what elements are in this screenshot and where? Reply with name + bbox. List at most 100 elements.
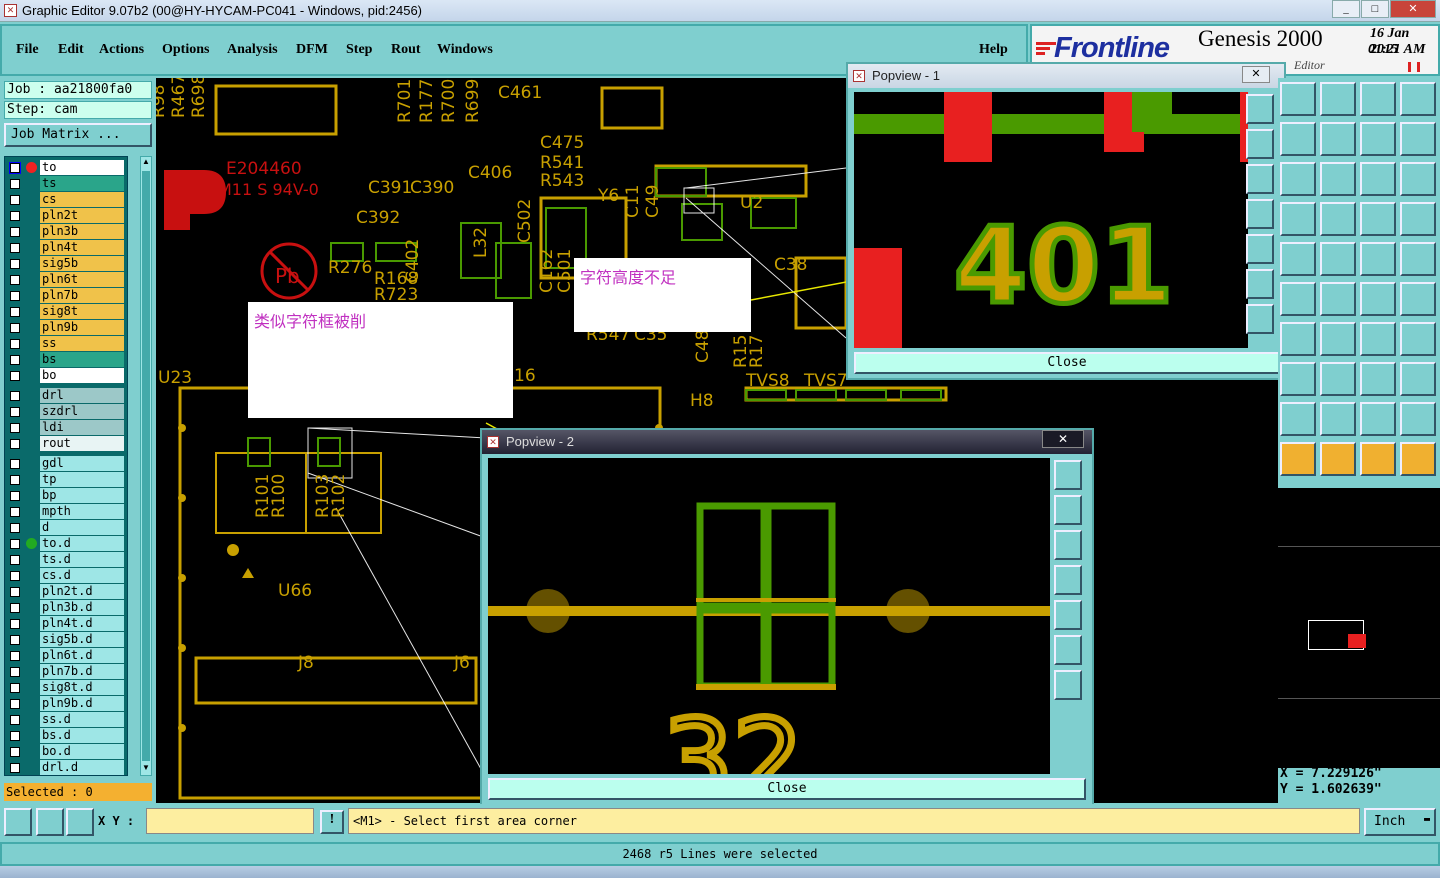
layer-name[interactable]: tp	[40, 472, 124, 487]
layer-checkbox[interactable]	[10, 179, 20, 189]
zoom-fit-icon[interactable]	[1054, 635, 1082, 665]
layer-row-ts[interactable]: ts	[6, 176, 124, 192]
layer-name[interactable]: ss	[40, 336, 124, 351]
layer-name[interactable]: bo	[40, 368, 124, 383]
layer-name[interactable]: pln3b.d	[40, 600, 124, 615]
layer-name[interactable]: pln4t.d	[40, 616, 124, 631]
layer-checkbox[interactable]	[10, 391, 20, 401]
layer-checkbox[interactable]	[10, 371, 20, 381]
menu-step[interactable]: Step	[346, 42, 372, 58]
layer-name[interactable]: gdl	[40, 456, 124, 471]
layer-name[interactable]: pln6t.d	[40, 648, 124, 663]
layer-row-pln4t[interactable]: pln4t	[6, 240, 124, 256]
layer-row-d[interactable]: d	[6, 520, 124, 536]
layer-row-cs.d[interactable]: cs.d	[6, 568, 124, 584]
zoom-home-icon[interactable]	[1246, 304, 1274, 334]
layer-name[interactable]: pln9b	[40, 320, 124, 335]
layer-checkbox[interactable]	[10, 323, 20, 333]
tool-color-icon[interactable]	[1400, 202, 1436, 236]
close-window-button[interactable]: ✕	[1390, 0, 1436, 18]
layer-checkbox[interactable]	[10, 195, 20, 205]
tool-ruler-icon[interactable]	[1360, 242, 1396, 276]
tool-tri-2-icon[interactable]	[1320, 402, 1356, 436]
layer-name[interactable]: cs.d	[40, 568, 124, 583]
layer-name[interactable]: rout	[40, 436, 124, 451]
tool-pad-mode-icon[interactable]	[1280, 282, 1316, 316]
scroll-thumb[interactable]	[142, 171, 150, 761]
layer-name[interactable]: sig5b.d	[40, 632, 124, 647]
tool-layers-icon[interactable]	[1360, 202, 1396, 236]
layer-name[interactable]: pln2t.d	[40, 584, 124, 599]
zoom-home-icon[interactable]	[1054, 670, 1082, 700]
warning-button[interactable]: !	[320, 810, 344, 834]
layer-checkbox[interactable]	[10, 407, 20, 417]
tool-tri-4-icon[interactable]	[1400, 402, 1436, 436]
layer-name[interactable]: pln7b.d	[40, 664, 124, 679]
layer-row-ss.d[interactable]: ss.d	[6, 712, 124, 728]
layer-checkbox[interactable]	[10, 227, 20, 237]
layer-checkbox[interactable]	[10, 539, 20, 549]
layer-name[interactable]: ts	[40, 176, 124, 191]
layer-checkbox[interactable]	[10, 259, 20, 269]
measure-icon[interactable]	[36, 808, 64, 836]
popview-2-close-button[interactable]: Close	[488, 778, 1086, 800]
layer-row-ts.d[interactable]: ts.d	[6, 552, 124, 568]
menu-windows[interactable]: Windows	[437, 42, 493, 58]
layer-row-pln9b[interactable]: pln9b	[6, 320, 124, 336]
tool-cross-icon[interactable]	[1320, 282, 1356, 316]
popview-1-close-x[interactable]: ✕	[1242, 66, 1270, 83]
pan-down-icon[interactable]	[1246, 164, 1274, 194]
layer-row-pln2t[interactable]: pln2t	[6, 208, 124, 224]
tool-select-multi-icon[interactable]	[1400, 442, 1436, 476]
layer-checkbox[interactable]	[9, 162, 21, 174]
layer-name[interactable]: ts.d	[40, 552, 124, 567]
tool-edit-icon[interactable]	[1280, 322, 1316, 356]
layer-name[interactable]: pln6t	[40, 272, 124, 287]
layer-checkbox[interactable]	[10, 603, 20, 613]
pan-up-icon[interactable]	[1054, 495, 1082, 525]
layer-name[interactable]: pln7b	[40, 288, 124, 303]
pan-left-icon[interactable]	[1246, 199, 1274, 229]
layer-checkbox[interactable]	[10, 491, 20, 501]
layer-checkbox[interactable]	[10, 243, 20, 253]
zoom-fit-icon[interactable]	[1246, 269, 1274, 299]
tool-select-icon[interactable]	[1280, 442, 1316, 476]
maximize-button[interactable]: □	[1361, 0, 1389, 18]
tool-fit-icon[interactable]	[1320, 82, 1356, 116]
layer-checkbox[interactable]	[10, 423, 20, 433]
layer-row-bs.d[interactable]: bs.d	[6, 728, 124, 744]
layer-name[interactable]: drl.d	[40, 760, 124, 775]
pan-down-icon[interactable]	[1054, 530, 1082, 560]
layer-row-rout[interactable]: rout	[6, 436, 124, 452]
layer-checkbox[interactable]	[10, 571, 20, 581]
layer-checkbox[interactable]	[10, 523, 20, 533]
pan-right-icon[interactable]	[1246, 234, 1274, 264]
layer-checkbox[interactable]	[10, 275, 20, 285]
popview-2-canvas[interactable]: 32	[488, 458, 1050, 774]
tool-color-box-icon[interactable]	[1400, 362, 1436, 396]
layer-checkbox[interactable]	[10, 555, 20, 565]
layer-name[interactable]: mpth	[40, 504, 124, 519]
layer-checkbox[interactable]	[10, 619, 20, 629]
pan-right-icon[interactable]	[1054, 600, 1082, 630]
layer-name[interactable]: drl	[40, 388, 124, 403]
layer-row-ss[interactable]: ss	[6, 336, 124, 352]
grid-snap-icon[interactable]	[66, 808, 94, 836]
layer-checkbox[interactable]	[10, 635, 20, 645]
layer-name[interactable]: ldi	[40, 420, 124, 435]
layer-row-pln6t.d[interactable]: pln6t.d	[6, 648, 124, 664]
menu-dfm[interactable]: DFM	[296, 42, 328, 58]
tool-export-icon[interactable]	[1320, 122, 1356, 156]
layer-row-to[interactable]: to	[6, 160, 124, 176]
layer-name[interactable]: cs	[40, 192, 124, 207]
menu-help[interactable]: Help	[979, 42, 1008, 58]
layer-name[interactable]: sig5b	[40, 256, 124, 271]
layer-checkbox[interactable]	[10, 339, 20, 349]
layer-name[interactable]: d	[40, 520, 124, 535]
layer-name[interactable]: bs	[40, 352, 124, 367]
menu-actions[interactable]: Actions	[99, 42, 144, 58]
menu-edit[interactable]: Edit	[58, 42, 84, 58]
scroll-down-icon[interactable]: ▼	[141, 763, 151, 775]
layer-row-sig8t[interactable]: sig8t	[6, 304, 124, 320]
layer-scrollbar[interactable]: ▲ ▼	[140, 156, 152, 776]
